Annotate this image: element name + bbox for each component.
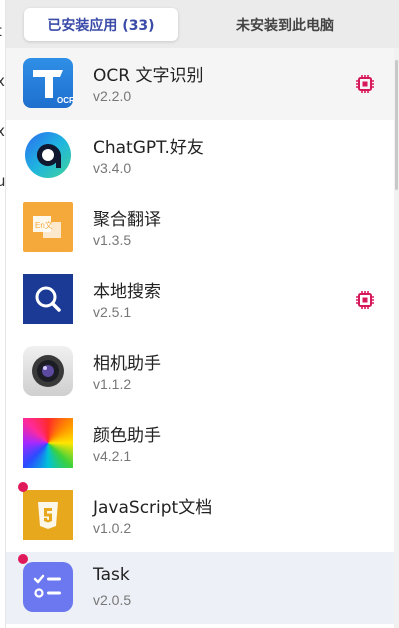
camera-app-icon: [23, 346, 73, 396]
app-name: JavaScript文档: [93, 498, 213, 518]
new-badge-dot: [18, 482, 28, 492]
app-name: 本地搜索: [93, 282, 161, 302]
app-row-task[interactable]: Task v2.0.5: [6, 552, 394, 624]
app-name: ChatGPT.好友: [93, 138, 204, 158]
tab-bar: 已安装应用 (33) 未安装到此电脑: [6, 0, 399, 48]
task-app-icon: [23, 562, 73, 612]
app-name: 颜色助手: [93, 426, 161, 446]
chip-icon[interactable]: [355, 290, 375, 310]
app-version: v1.3.5: [93, 232, 132, 248]
ocr-app-icon: OCR: [23, 58, 73, 108]
local-search-app-icon: [23, 274, 73, 324]
app-version: v2.2.0: [93, 88, 132, 104]
app-version: v1.1.2: [93, 376, 132, 392]
app-row-ocr[interactable]: OCR OCR 文字识别 v2.2.0: [6, 48, 394, 120]
app-name: OCR 文字识别: [93, 66, 204, 86]
chatgpt-app-icon: [23, 130, 73, 180]
app-row-camera[interactable]: 相机助手 v1.1.2: [6, 336, 394, 408]
chip-icon[interactable]: [355, 74, 375, 94]
app-row-color[interactable]: 颜色助手 v4.2.1: [6, 408, 394, 480]
background-text: t: [0, 22, 2, 40]
list-scrollbar-thumb[interactable]: [395, 60, 398, 190]
translate-app-icon: En文: [23, 202, 73, 252]
app-name: Task: [93, 565, 130, 585]
svg-text:OCR: OCR: [57, 96, 73, 105]
app-row-local-search[interactable]: 本地搜索 v2.5.1: [6, 264, 394, 336]
tab-not-installed[interactable]: 未安装到此电脑: [196, 8, 374, 41]
app-name: 相机助手: [93, 354, 161, 374]
app-row-translate[interactable]: En文 聚合翻译 v1.3.5: [6, 192, 394, 264]
javascript-doc-app-icon: [23, 490, 73, 540]
app-version: v3.4.0: [93, 160, 132, 176]
app-row-javascript-doc[interactable]: JavaScript文档 v1.0.2: [6, 480, 394, 552]
color-app-icon: [23, 418, 73, 468]
tab-installed-apps[interactable]: 已安装应用 (33): [24, 8, 178, 41]
app-version: v2.0.5: [93, 592, 132, 608]
app-version: v2.5.1: [93, 304, 132, 320]
app-row-chatgpt[interactable]: ChatGPT.好友 v3.4.0: [6, 120, 394, 192]
app-version: v1.0.2: [93, 520, 132, 536]
app-version: v4.2.1: [93, 448, 132, 464]
svg-text:En文: En文: [35, 220, 53, 230]
app-name: 聚合翻译: [93, 210, 161, 230]
new-badge-dot: [18, 554, 28, 564]
